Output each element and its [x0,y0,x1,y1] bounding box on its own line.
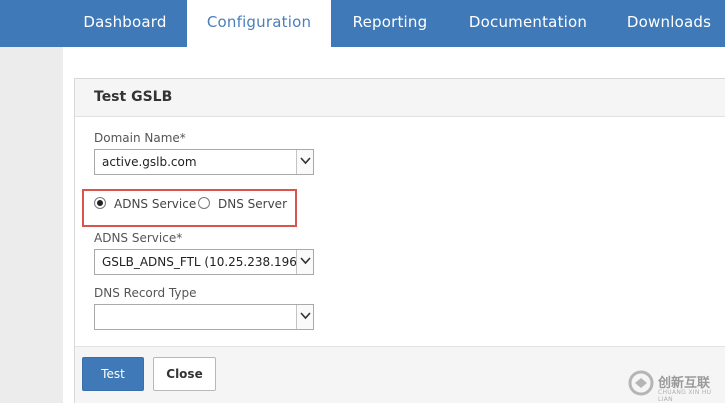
tab-documentation[interactable]: Documentation [449,0,607,47]
chevron-down-icon[interactable] [296,150,313,174]
watermark-subtext: CHUANG XIN HU LIAN [658,389,712,403]
tab-downloads[interactable]: Downloads [607,0,725,47]
dialog-title: Test GSLB [94,89,173,105]
adns-service-value: GSLB_ADNS_FTL (10.25.238.196) [102,255,302,269]
chevron-down-icon[interactable] [296,250,313,274]
adns-service-select[interactable]: GSLB_ADNS_FTL (10.25.238.196) [94,249,314,275]
close-button[interactable]: Close [153,357,216,391]
dns-server-radio[interactable] [198,197,210,209]
watermark-logo-icon [628,370,654,396]
chevron-down-icon[interactable] [296,305,313,329]
test-button[interactable]: Test [82,357,144,391]
dns-server-radio-label[interactable]: DNS Server [218,197,287,211]
tab-configuration[interactable]: Configuration [187,0,331,47]
dns-record-type-label: DNS Record Type [94,286,197,300]
adns-service-label: ADNS Service* [94,231,183,245]
adns-service-radio[interactable] [94,197,106,209]
domain-name-label: Domain Name* [94,131,186,145]
top-navigation-bar: Dashboard Configuration Reporting Docume… [0,0,725,47]
dns-record-type-select[interactable] [94,304,314,330]
domain-name-select[interactable]: active.gslb.com [94,149,314,175]
dialog-header: Test GSLB [75,79,725,117]
tab-dashboard[interactable]: Dashboard [63,0,187,47]
left-gutter [0,47,63,403]
adns-service-radio-label[interactable]: ADNS Service [114,197,196,211]
tab-reporting[interactable]: Reporting [331,0,449,47]
domain-name-value: active.gslb.com [102,155,197,169]
watermark-logo: 创新互联 CHUANG XIN HU LIAN [622,362,725,403]
